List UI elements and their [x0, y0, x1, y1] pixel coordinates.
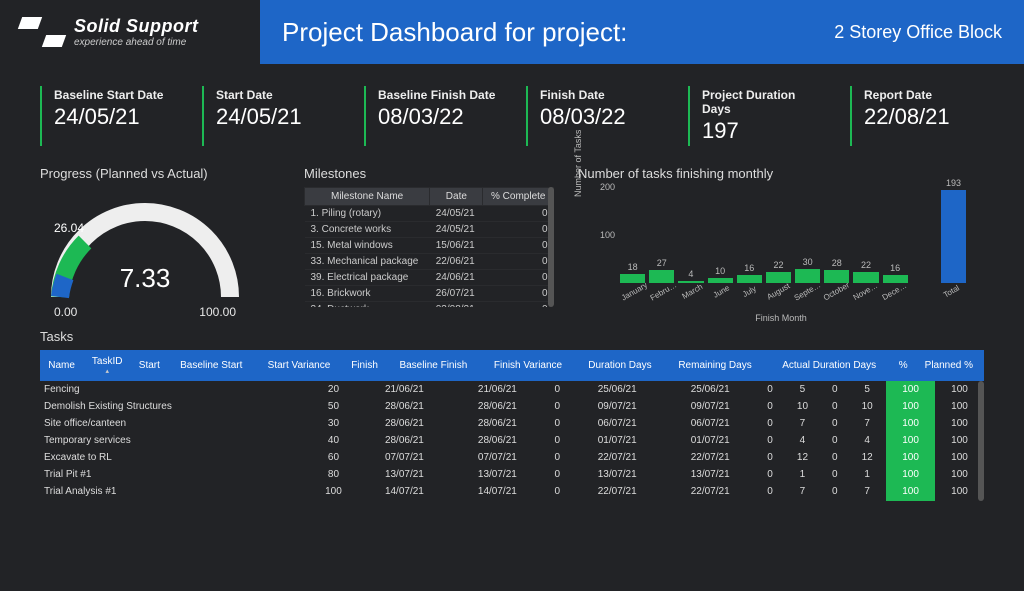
task-row[interactable]: Trial Analysis #110014/07/2114/07/21022/…: [40, 483, 984, 500]
ms-col-date[interactable]: Date: [430, 188, 483, 206]
tasks-col-header[interactable]: Finish Variance: [481, 350, 576, 381]
milestone-row[interactable]: 16. Brickwork26/07/210: [305, 286, 554, 302]
milestones-panel: Milestones Milestone Name Date % Complet…: [304, 166, 554, 317]
kpi-baseline-finish: Baseline Finish Date 08/03/22: [364, 86, 498, 146]
bar[interactable]: 22: [766, 260, 791, 283]
milestone-row[interactable]: 3. Concrete works24/05/210: [305, 222, 554, 238]
tasks-title: Tasks: [40, 329, 984, 344]
tasks-col-header[interactable]: Finish: [343, 350, 386, 381]
task-row[interactable]: Demolish Existing Structures5028/06/2128…: [40, 398, 984, 415]
tasks-col-header[interactable]: Duration Days: [575, 350, 664, 381]
gauge-planned-value: 26.04: [54, 221, 84, 235]
task-row[interactable]: Temporary services4028/06/2128/06/21001/…: [40, 432, 984, 449]
x-tick: January: [620, 280, 649, 302]
mid-row: Progress (Planned vs Actual) 26.04 7.33 …: [0, 156, 1024, 317]
tasks-panel: Tasks NameTaskID▴StartBaseline StartStar…: [0, 317, 1024, 501]
tasks-col-header[interactable]: Start: [131, 350, 167, 381]
tasks-col-header[interactable]: Name: [40, 350, 83, 381]
tasks-col-header[interactable]: Remaining Days: [664, 350, 765, 381]
progress-gauge-panel: Progress (Planned vs Actual) 26.04 7.33 …: [40, 166, 280, 317]
tasks-scroll[interactable]: Fencing2021/06/2121/06/21025/06/2125/06/…: [40, 381, 984, 501]
tasks-table[interactable]: NameTaskID▴StartBaseline StartStart Vari…: [40, 350, 984, 381]
ms-col-name[interactable]: Milestone Name: [305, 188, 430, 206]
header: Solid Support experience ahead of time P…: [0, 0, 1024, 64]
milestone-row[interactable]: 15. Metal windows15/06/210: [305, 238, 554, 254]
task-row[interactable]: Excavate to RL6007/07/2107/07/21022/07/2…: [40, 449, 984, 466]
tasks-col-header[interactable]: Baseline Finish: [386, 350, 480, 381]
x-tick: Febru…: [648, 280, 678, 302]
project-name: 2 Storey Office Block: [834, 22, 1002, 43]
x-axis-label: Finish Month: [578, 313, 984, 323]
task-row[interactable]: Trial Pit #18013/07/2113/07/21013/07/211…: [40, 466, 984, 483]
milestone-row[interactable]: 39. Electrical package24/06/210: [305, 270, 554, 286]
x-tick: Total: [937, 280, 966, 302]
milestone-row[interactable]: 34. Ductwork03/08/210: [305, 302, 554, 308]
bar[interactable]: 27: [649, 258, 674, 283]
kpi-row: Baseline Start Date 24/05/21 Start Date …: [0, 64, 1024, 156]
x-tick: October: [822, 280, 851, 302]
tasks-col-header[interactable]: %: [893, 350, 914, 381]
tasks-bar-chart[interactable]: Number of Tasks 200 100 1827410162230282…: [578, 187, 984, 317]
tasks-col-header[interactable]: TaskID▴: [83, 350, 131, 381]
logo-icon: [20, 17, 64, 47]
logo-block: Solid Support experience ahead of time: [0, 0, 260, 64]
x-tick: Dece…: [879, 280, 908, 302]
y-axis-label: Number of Tasks: [573, 130, 583, 197]
bar[interactable]: 30: [795, 257, 820, 283]
kpi-report-date: Report Date 22/08/21: [850, 86, 984, 146]
x-tick: August: [764, 280, 793, 302]
gauge-min: 0.00: [54, 305, 77, 319]
kpi-baseline-start: Baseline Start Date 24/05/21: [40, 86, 174, 146]
milestones-scroll[interactable]: Milestone Name Date % Complete 1. Piling…: [304, 187, 554, 307]
milestones-table[interactable]: Milestone Name Date % Complete 1. Piling…: [304, 187, 554, 307]
kpi-finish: Finish Date 08/03/22: [526, 86, 660, 146]
title-bar: Project Dashboard for project: 2 Storey …: [260, 0, 1024, 64]
bar[interactable]: 28: [824, 258, 849, 283]
tasks-col-header[interactable]: Actual Duration Days: [766, 350, 893, 381]
task-row[interactable]: Fencing2021/06/2121/06/21025/06/2125/06/…: [40, 381, 984, 398]
tasks-col-header[interactable]: Planned %: [914, 350, 984, 381]
milestones-title: Milestones: [304, 166, 554, 181]
tasks-col-header[interactable]: Baseline Start: [167, 350, 255, 381]
bar-chart-title: Number of tasks finishing monthly: [578, 166, 984, 181]
kpi-start: Start Date 24/05/21: [202, 86, 336, 146]
x-tick: June: [706, 280, 735, 302]
bar[interactable]: 18: [620, 262, 645, 283]
task-row[interactable]: Site office/canteen3028/06/2128/06/21006…: [40, 415, 984, 432]
x-tick: Nove…: [850, 280, 879, 302]
tasks-bar-chart-panel: Number of tasks finishing monthly Number…: [578, 166, 984, 317]
brand-tagline: experience ahead of time: [74, 37, 198, 48]
x-tick: Septe…: [793, 280, 823, 302]
bar[interactable]: 193: [941, 178, 966, 283]
logo-text: Solid Support experience ahead of time: [74, 16, 198, 48]
gauge-max: 100.00: [199, 305, 236, 319]
brand-name: Solid Support: [74, 16, 198, 37]
tasks-col-header[interactable]: Start Variance: [255, 350, 343, 381]
milestone-row[interactable]: 33. Mechanical package22/06/210: [305, 254, 554, 270]
gauge-title: Progress (Planned vs Actual): [40, 166, 280, 181]
x-tick: July: [735, 280, 764, 302]
ms-col-pc[interactable]: % Complete: [483, 188, 554, 206]
progress-gauge[interactable]: 26.04 7.33 0.00 100.00: [40, 187, 250, 317]
x-tick: [908, 280, 937, 302]
milestone-row[interactable]: 1. Piling (rotary)24/05/210: [305, 206, 554, 222]
gauge-actual-value: 7.33: [40, 263, 250, 294]
task-row[interactable]: Temporary roads7023/07/2123/07/21029/07/…: [40, 500, 984, 501]
x-tick: March: [677, 280, 706, 302]
page-title: Project Dashboard for project:: [282, 17, 627, 48]
kpi-duration: Project Duration Days 197: [688, 86, 822, 146]
